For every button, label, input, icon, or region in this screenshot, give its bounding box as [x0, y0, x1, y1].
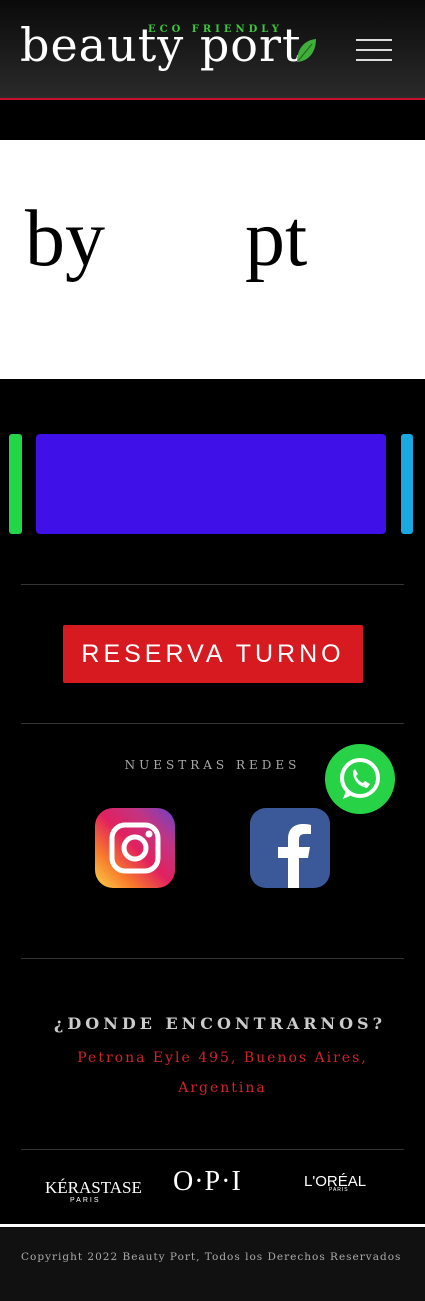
kerastase-logo: KÉRASTASE — [45, 1178, 142, 1197]
opi-logo: O·P·I — [173, 1166, 242, 1197]
carousel-next-slide[interactable] — [401, 434, 413, 534]
location-title: ¿DONDE ENCONTRARNOS? — [54, 1014, 386, 1033]
reserva-turno-button[interactable]: RESERVA TURNO — [63, 625, 363, 683]
whatsapp-icon[interactable] — [325, 744, 395, 814]
address-line-1: Petrona Eyle 495, Buenos Aires, — [77, 1050, 368, 1066]
carousel-prev-slide[interactable] — [9, 434, 22, 534]
hamburger-menu-icon[interactable] — [356, 37, 392, 63]
divider — [21, 1149, 404, 1150]
image-carousel[interactable] — [0, 434, 425, 534]
address-line-2: Argentina — [178, 1080, 267, 1096]
site-header: ECO FRIENDLY beauty port — [0, 0, 425, 100]
facebook-icon[interactable] — [250, 808, 330, 888]
divider — [21, 584, 404, 585]
instagram-icon[interactable] — [95, 808, 175, 888]
divider — [21, 723, 404, 724]
banner-text-left: by — [25, 195, 105, 283]
location-address[interactable]: Petrona Eyle 495, Buenos Aires, Argentin… — [50, 1043, 395, 1103]
copyright-text: Copyright 2022 Beauty Port, Todos los De… — [21, 1251, 402, 1263]
divider — [21, 958, 404, 959]
banner-text-right: pt — [245, 195, 308, 283]
hero-banner: by pt — [0, 140, 425, 379]
leaf-icon — [297, 39, 316, 62]
carousel-current-slide[interactable] — [36, 434, 386, 534]
kerastase-logo-sub: PARIS — [70, 1197, 101, 1204]
site-logo[interactable]: beauty port — [20, 18, 301, 72]
site-footer: Copyright 2022 Beauty Port, Todos los De… — [0, 1227, 425, 1301]
loreal-logo-sub: PARIS — [329, 1187, 349, 1193]
